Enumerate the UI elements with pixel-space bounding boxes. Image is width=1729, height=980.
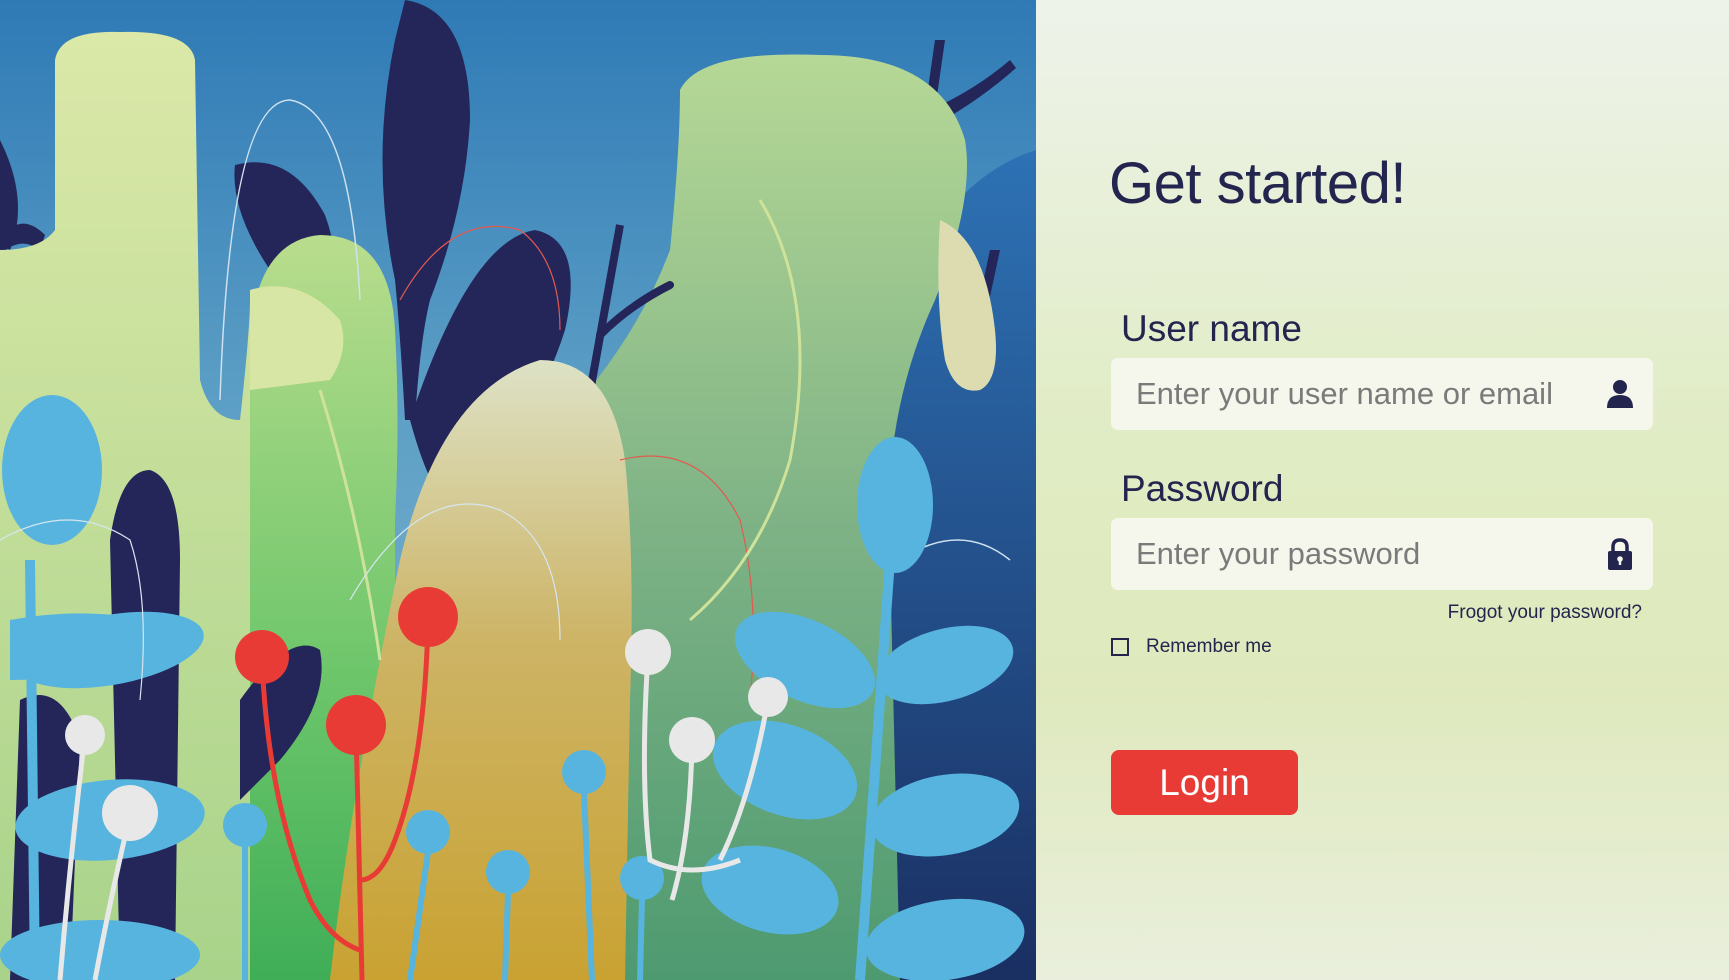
login-panel: Get started! User name Password Frogot y… xyxy=(1036,0,1729,980)
foliage-illustration xyxy=(0,0,1036,980)
password-field-container xyxy=(1111,518,1653,590)
hero-illustration xyxy=(0,0,1036,980)
remember-me-checkbox[interactable] xyxy=(1111,638,1129,656)
username-label: User name xyxy=(1121,308,1302,349)
remember-me-option[interactable]: Remember me xyxy=(1111,636,1272,658)
password-label: Password xyxy=(1121,468,1284,509)
username-input[interactable] xyxy=(1111,358,1581,430)
remember-me-label: Remember me xyxy=(1146,636,1272,657)
page-title: Get started! xyxy=(1109,151,1407,216)
login-button[interactable]: Login xyxy=(1111,750,1298,815)
password-input[interactable] xyxy=(1111,518,1581,590)
user-icon xyxy=(1607,380,1633,408)
username-field-container xyxy=(1111,358,1653,430)
lock-icon xyxy=(1608,538,1632,570)
forgot-password-link[interactable]: Frogot your password? xyxy=(1448,602,1642,624)
